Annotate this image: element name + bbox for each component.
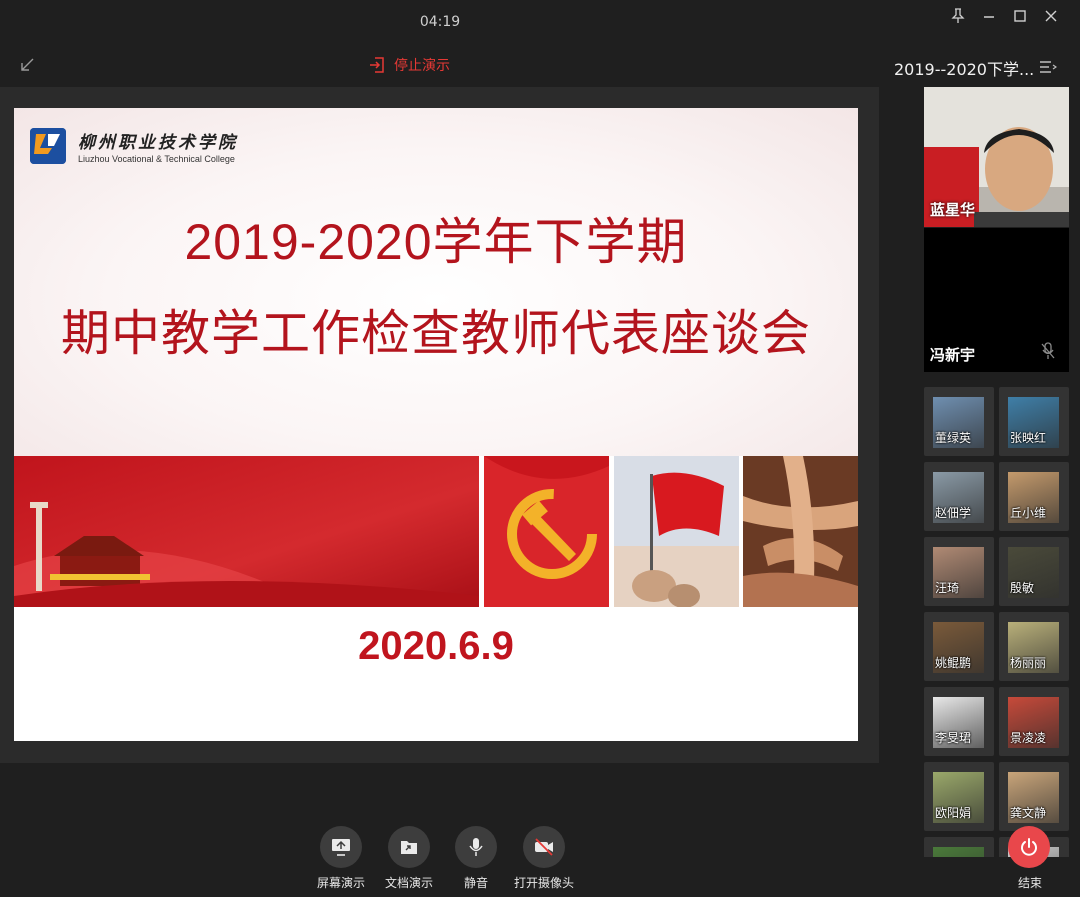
slide-title-line2: 期中教学工作检查教师代表座谈会 <box>60 307 811 361</box>
participant-grid: 董绿英 张映红赵佃学 丘小维汪琦 殷敏姚鲲鹏 杨丽丽李旻珺 景凌凌欧阳娟 龚文静 <box>924 387 1074 857</box>
participant-avatar <box>933 847 984 857</box>
participant-name: 李旻珺 <box>935 731 972 745</box>
participant-tile[interactable]: 景凌凌 <box>999 687 1069 756</box>
participant-tile[interactable]: 张映红 <box>999 387 1069 456</box>
end-meeting-button[interactable]: 结束 <box>1008 826 1052 891</box>
screen-share-button[interactable]: 屏幕演示 <box>306 826 376 891</box>
participant-tile[interactable]: 汪琦 <box>924 537 994 606</box>
college-name-en: Liuzhou Vocational & Technical College <box>78 154 235 164</box>
participant-tile[interactable]: 杨丽丽 <box>999 612 1069 681</box>
participant-tile[interactable]: 李旻珺 <box>924 687 994 756</box>
speaker-video-2[interactable]: 冯新宇 <box>924 228 1069 372</box>
stop-presenting-button[interactable]: 停止演示 <box>368 55 450 75</box>
joined-hands-photo <box>743 456 858 607</box>
participant-name: 景凌凌 <box>1010 731 1047 745</box>
tiananmen-photo <box>14 456 479 607</box>
red-flag-photo <box>614 456 739 607</box>
shared-slide: 柳州职业技术学院 Liuzhou Vocational & Technical … <box>14 108 858 741</box>
participant-tile[interactable]: 董绿英 <box>924 387 994 456</box>
minimize-button[interactable] <box>973 6 1004 26</box>
close-button[interactable] <box>1035 6 1066 26</box>
pin-button[interactable] <box>942 6 973 26</box>
speaker-video-1[interactable]: 蓝星华 <box>924 87 1069 227</box>
close-icon <box>1045 10 1056 22</box>
pin-icon <box>950 8 965 23</box>
participant-tile[interactable]: 赵佃学 <box>924 462 994 531</box>
meeting-timer: 04:19 <box>419 14 461 30</box>
microphone-icon <box>469 838 483 856</box>
document-share-button[interactable]: 文档演示 <box>374 826 444 891</box>
lvtc-logo-mark <box>30 128 66 164</box>
document-share-icon <box>401 841 417 854</box>
speaker-name-1: 蓝星华 <box>930 201 976 219</box>
participant-tile[interactable]: 丘小维 <box>999 462 1069 531</box>
participant-name: 殷敏 <box>1010 581 1035 595</box>
participant-name: 董绿英 <box>935 431 972 445</box>
participant-name: 龚文静 <box>1010 806 1047 820</box>
slide-photo-strip <box>14 456 858 607</box>
participant-list-icon[interactable] <box>1039 60 1057 74</box>
participant-tile[interactable]: 姚鲲鹏 <box>924 612 994 681</box>
mute-label: 静音 <box>463 876 488 890</box>
exit-icon <box>370 57 384 73</box>
presentation-stage: 柳州职业技术学院 Liuzhou Vocational & Technical … <box>0 87 879 763</box>
participant-tile[interactable]: 欧阳娟 <box>924 762 994 831</box>
maximize-button[interactable] <box>1004 6 1035 26</box>
camera-button[interactable]: 打开摄像头 <box>509 826 579 891</box>
maximize-icon <box>1013 10 1026 22</box>
camera-off-icon <box>535 838 553 856</box>
screen-share-label: 屏幕演示 <box>316 876 365 890</box>
meeting-title: 2019--2020下学... <box>894 60 1035 79</box>
participant-name: 汪琦 <box>935 581 960 595</box>
stop-presenting-label: 停止演示 <box>394 58 450 74</box>
mute-button[interactable]: 静音 <box>441 826 511 891</box>
college-name-cn: 柳州职业技术学院 <box>78 133 238 153</box>
party-emblem-photo <box>484 456 609 607</box>
mic-muted-icon <box>1041 342 1055 359</box>
power-icon <box>1021 838 1037 856</box>
camera-label: 打开摄像头 <box>513 876 574 890</box>
college-logo: 柳州职业技术学院 Liuzhou Vocational & Technical … <box>30 128 238 164</box>
participant-name: 赵佃学 <box>935 506 972 520</box>
participant-name: 张映红 <box>1010 431 1047 445</box>
collapse-arrow-icon[interactable] <box>18 56 36 74</box>
minimize-icon <box>983 16 994 18</box>
speaker-name-2: 冯新宇 <box>930 346 976 364</box>
screen-share-icon <box>332 839 350 856</box>
participant-tile[interactable]: 龚文静 <box>999 762 1069 831</box>
document-share-label: 文档演示 <box>384 876 433 890</box>
participant-name: 欧阳娟 <box>935 806 972 820</box>
window-controls <box>942 6 1066 26</box>
participant-name: 杨丽丽 <box>1010 656 1047 670</box>
participant-tile[interactable] <box>924 837 994 857</box>
slide-title-line1: 2019-2020学年下学期 <box>184 214 688 270</box>
participant-tile[interactable]: 殷敏 <box>999 537 1069 606</box>
participant-name: 丘小维 <box>1010 506 1047 520</box>
end-meeting-label: 结束 <box>1017 876 1042 890</box>
participant-name: 姚鲲鹏 <box>935 656 972 670</box>
slide-date: 2020.6.9 <box>358 624 514 668</box>
